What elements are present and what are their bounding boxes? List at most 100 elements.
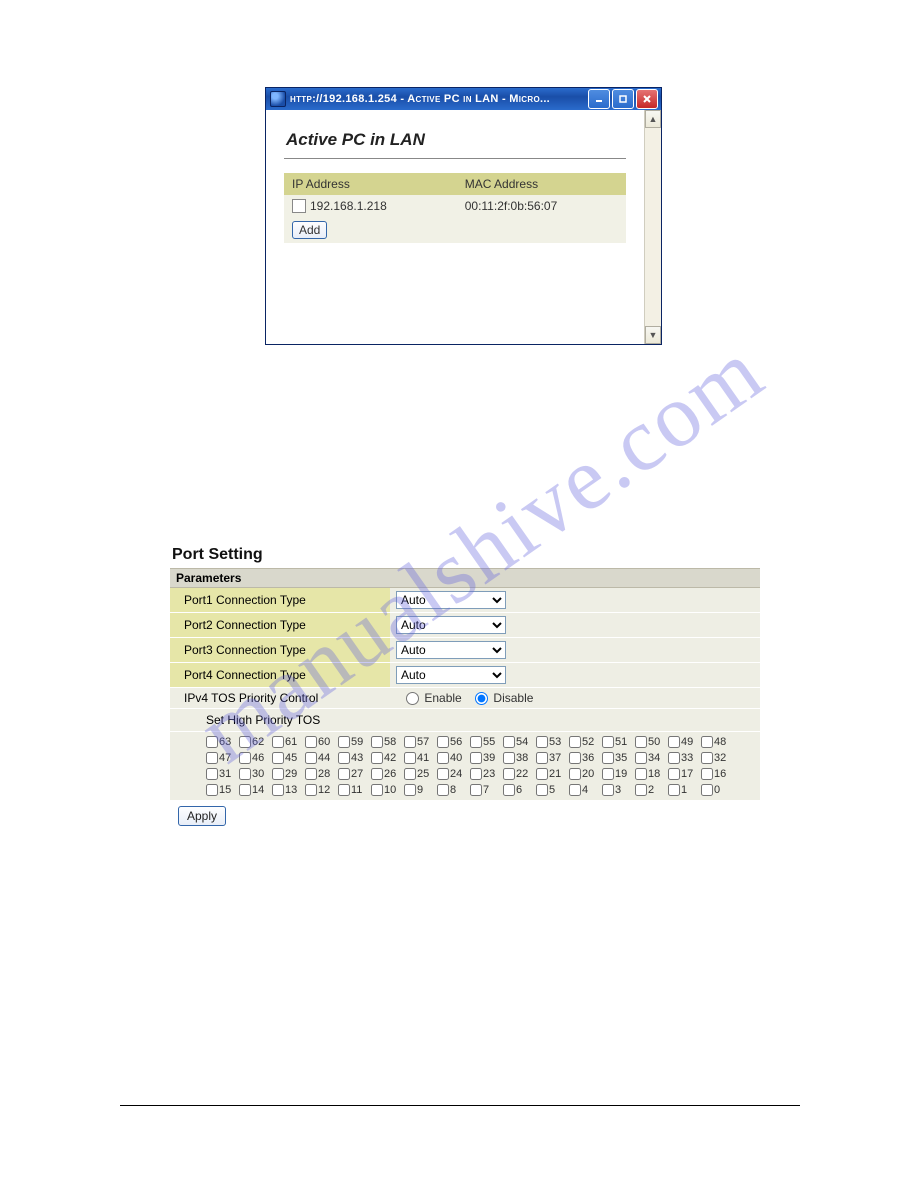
tos-checkbox-input-34[interactable] bbox=[635, 752, 647, 764]
tos-checkbox-37[interactable]: 37 bbox=[536, 752, 569, 764]
tos-checkbox-input-11[interactable] bbox=[338, 784, 350, 796]
tos-checkbox-input-9[interactable] bbox=[404, 784, 416, 796]
tos-checkbox-input-23[interactable] bbox=[470, 768, 482, 780]
tos-checkbox-input-5[interactable] bbox=[536, 784, 548, 796]
tos-checkbox-38[interactable]: 38 bbox=[503, 752, 536, 764]
tos-checkbox-60[interactable]: 60 bbox=[305, 736, 338, 748]
tos-checkbox-input-4[interactable] bbox=[569, 784, 581, 796]
tos-checkbox-40[interactable]: 40 bbox=[437, 752, 470, 764]
tos-checkbox-48[interactable]: 48 bbox=[701, 736, 734, 748]
tos-checkbox-input-32[interactable] bbox=[701, 752, 713, 764]
tos-checkbox-2[interactable]: 2 bbox=[635, 784, 668, 796]
tos-checkbox-input-56[interactable] bbox=[437, 736, 449, 748]
tos-checkbox-21[interactable]: 21 bbox=[536, 768, 569, 780]
tos-checkbox-53[interactable]: 53 bbox=[536, 736, 569, 748]
port3-select[interactable]: Auto bbox=[396, 641, 506, 659]
tos-checkbox-28[interactable]: 28 bbox=[305, 768, 338, 780]
tos-checkbox-input-20[interactable] bbox=[569, 768, 581, 780]
tos-checkbox-58[interactable]: 58 bbox=[371, 736, 404, 748]
tos-checkbox-input-26[interactable] bbox=[371, 768, 383, 780]
scroll-down-icon[interactable]: ▼ bbox=[645, 326, 661, 344]
tos-checkbox-12[interactable]: 12 bbox=[305, 784, 338, 796]
tos-checkbox-input-17[interactable] bbox=[668, 768, 680, 780]
tos-checkbox-45[interactable]: 45 bbox=[272, 752, 305, 764]
tos-checkbox-59[interactable]: 59 bbox=[338, 736, 371, 748]
tos-checkbox-input-21[interactable] bbox=[536, 768, 548, 780]
tos-checkbox-input-52[interactable] bbox=[569, 736, 581, 748]
tos-checkbox-input-45[interactable] bbox=[272, 752, 284, 764]
tos-checkbox-41[interactable]: 41 bbox=[404, 752, 437, 764]
tos-checkbox-33[interactable]: 33 bbox=[668, 752, 701, 764]
maximize-button[interactable] bbox=[612, 89, 634, 109]
tos-checkbox-56[interactable]: 56 bbox=[437, 736, 470, 748]
tos-checkbox-input-62[interactable] bbox=[239, 736, 251, 748]
scroll-up-icon[interactable]: ▲ bbox=[645, 110, 661, 128]
tos-checkbox-3[interactable]: 3 bbox=[602, 784, 635, 796]
tos-checkbox-input-53[interactable] bbox=[536, 736, 548, 748]
tos-checkbox-input-6[interactable] bbox=[503, 784, 515, 796]
tos-checkbox-10[interactable]: 10 bbox=[371, 784, 404, 796]
tos-checkbox-63[interactable]: 63 bbox=[206, 736, 239, 748]
tos-checkbox-input-63[interactable] bbox=[206, 736, 218, 748]
tos-checkbox-35[interactable]: 35 bbox=[602, 752, 635, 764]
tos-checkbox-input-46[interactable] bbox=[239, 752, 251, 764]
tos-checkbox-input-7[interactable] bbox=[470, 784, 482, 796]
tos-checkbox-20[interactable]: 20 bbox=[569, 768, 602, 780]
disable-radio[interactable] bbox=[475, 692, 488, 705]
tos-checkbox-62[interactable]: 62 bbox=[239, 736, 272, 748]
tos-checkbox-input-15[interactable] bbox=[206, 784, 218, 796]
scrollbar[interactable]: ▲ ▼ bbox=[644, 110, 661, 344]
tos-checkbox-input-22[interactable] bbox=[503, 768, 515, 780]
tos-checkbox-input-58[interactable] bbox=[371, 736, 383, 748]
tos-checkbox-26[interactable]: 26 bbox=[371, 768, 404, 780]
tos-checkbox-input-18[interactable] bbox=[635, 768, 647, 780]
tos-checkbox-input-12[interactable] bbox=[305, 784, 317, 796]
tos-checkbox-11[interactable]: 11 bbox=[338, 784, 371, 796]
disable-radio-label[interactable]: Disable bbox=[465, 691, 533, 705]
tos-checkbox-17[interactable]: 17 bbox=[668, 768, 701, 780]
tos-checkbox-input-28[interactable] bbox=[305, 768, 317, 780]
ie-titlebar[interactable]: http://192.168.1.254 - Active PC in LAN … bbox=[266, 88, 661, 110]
tos-checkbox-input-33[interactable] bbox=[668, 752, 680, 764]
tos-checkbox-50[interactable]: 50 bbox=[635, 736, 668, 748]
row-checkbox[interactable] bbox=[292, 199, 306, 213]
tos-checkbox-55[interactable]: 55 bbox=[470, 736, 503, 748]
tos-checkbox-23[interactable]: 23 bbox=[470, 768, 503, 780]
port2-select[interactable]: Auto bbox=[396, 616, 506, 634]
tos-checkbox-input-55[interactable] bbox=[470, 736, 482, 748]
tos-checkbox-22[interactable]: 22 bbox=[503, 768, 536, 780]
tos-checkbox-input-30[interactable] bbox=[239, 768, 251, 780]
tos-checkbox-input-42[interactable] bbox=[371, 752, 383, 764]
tos-checkbox-39[interactable]: 39 bbox=[470, 752, 503, 764]
tos-checkbox-30[interactable]: 30 bbox=[239, 768, 272, 780]
tos-checkbox-32[interactable]: 32 bbox=[701, 752, 734, 764]
tos-checkbox-31[interactable]: 31 bbox=[206, 768, 239, 780]
tos-checkbox-input-10[interactable] bbox=[371, 784, 383, 796]
tos-checkbox-49[interactable]: 49 bbox=[668, 736, 701, 748]
tos-checkbox-47[interactable]: 47 bbox=[206, 752, 239, 764]
tos-checkbox-18[interactable]: 18 bbox=[635, 768, 668, 780]
tos-checkbox-input-35[interactable] bbox=[602, 752, 614, 764]
tos-checkbox-input-40[interactable] bbox=[437, 752, 449, 764]
tos-checkbox-29[interactable]: 29 bbox=[272, 768, 305, 780]
tos-checkbox-54[interactable]: 54 bbox=[503, 736, 536, 748]
tos-checkbox-input-36[interactable] bbox=[569, 752, 581, 764]
tos-checkbox-input-39[interactable] bbox=[470, 752, 482, 764]
tos-checkbox-input-14[interactable] bbox=[239, 784, 251, 796]
tos-checkbox-24[interactable]: 24 bbox=[437, 768, 470, 780]
tos-checkbox-52[interactable]: 52 bbox=[569, 736, 602, 748]
tos-checkbox-42[interactable]: 42 bbox=[371, 752, 404, 764]
tos-checkbox-25[interactable]: 25 bbox=[404, 768, 437, 780]
tos-checkbox-input-13[interactable] bbox=[272, 784, 284, 796]
tos-checkbox-9[interactable]: 9 bbox=[404, 784, 437, 796]
tos-checkbox-13[interactable]: 13 bbox=[272, 784, 305, 796]
tos-checkbox-input-0[interactable] bbox=[701, 784, 713, 796]
tos-checkbox-input-2[interactable] bbox=[635, 784, 647, 796]
tos-checkbox-input-41[interactable] bbox=[404, 752, 416, 764]
enable-radio[interactable] bbox=[406, 692, 419, 705]
tos-checkbox-input-59[interactable] bbox=[338, 736, 350, 748]
tos-checkbox-57[interactable]: 57 bbox=[404, 736, 437, 748]
tos-checkbox-19[interactable]: 19 bbox=[602, 768, 635, 780]
port1-select[interactable]: Auto bbox=[396, 591, 506, 609]
tos-checkbox-46[interactable]: 46 bbox=[239, 752, 272, 764]
